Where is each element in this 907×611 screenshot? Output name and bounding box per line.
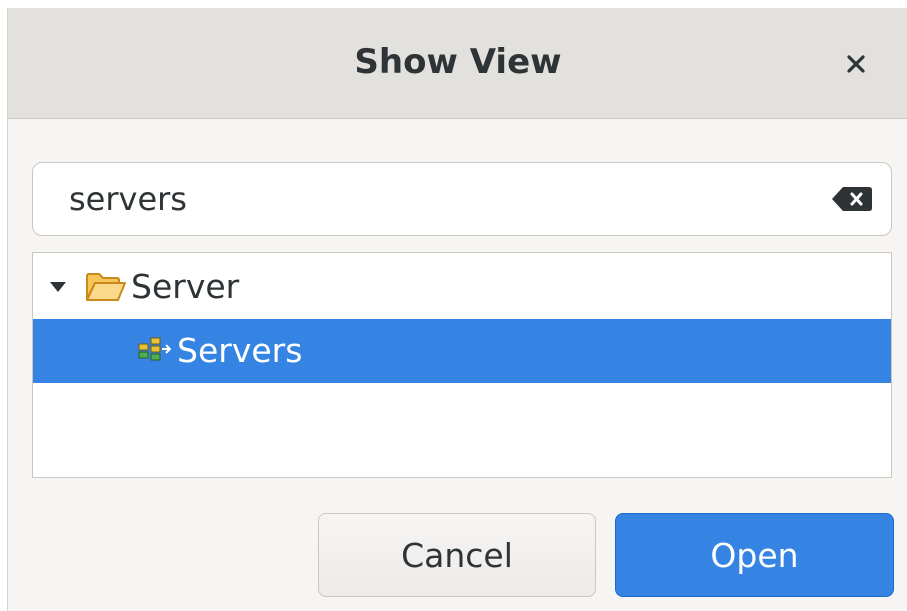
open-button[interactable]: Open (615, 513, 894, 597)
servers-view-icon (138, 337, 171, 361)
view-tree: Server Servers (32, 252, 892, 478)
close-button[interactable] (836, 44, 876, 84)
search-input[interactable] (69, 163, 809, 235)
close-icon (847, 55, 865, 73)
tree-item-server[interactable]: Server (33, 255, 891, 319)
tree-item-servers[interactable]: Servers (33, 319, 891, 383)
clear-text-icon[interactable] (831, 185, 873, 213)
tree-item-label: Server (131, 267, 240, 306)
tree-item-label: Servers (177, 331, 303, 370)
expander-arrow-icon[interactable] (49, 279, 67, 295)
dialog-titlebar: Show View (8, 8, 907, 119)
dialog-title: Show View (354, 42, 562, 82)
show-view-dialog: Show View Server (7, 8, 907, 611)
folder-open-icon (86, 273, 126, 301)
cancel-button[interactable]: Cancel (318, 513, 596, 597)
search-field[interactable] (32, 162, 892, 236)
